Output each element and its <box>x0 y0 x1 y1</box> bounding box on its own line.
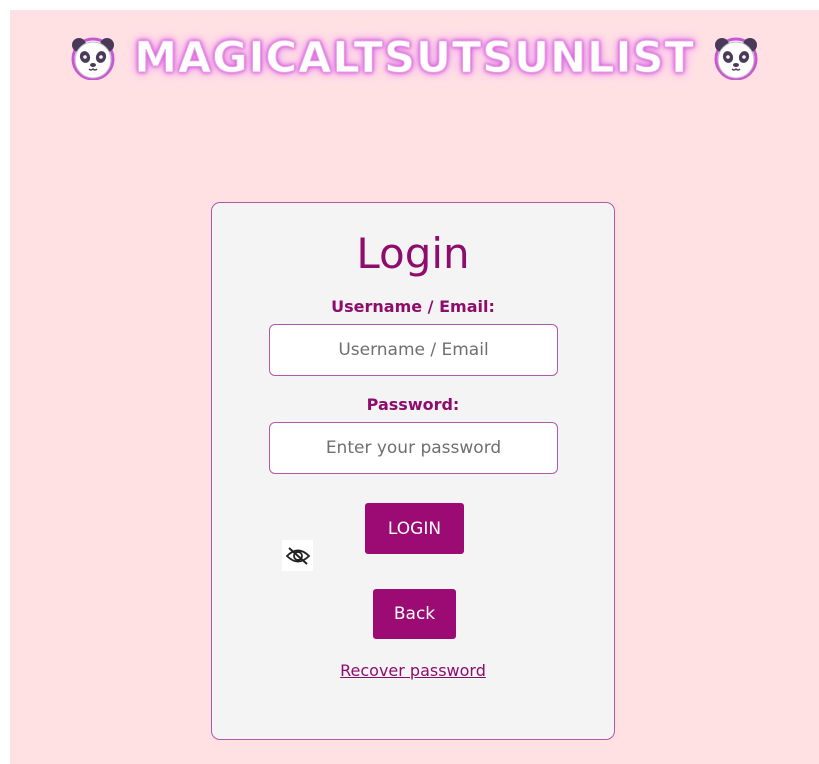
login-card: Login Username / Email: Password: LOGIN … <box>211 202 615 740</box>
recover-password-link[interactable]: Recover password <box>212 661 614 680</box>
panda-face-icon <box>713 36 759 81</box>
site-title: MAGICALTSUTSUNLIST <box>134 33 695 84</box>
username-input[interactable] <box>269 324 558 376</box>
eye-slash-icon[interactable] <box>282 540 313 571</box>
password-label: Password: <box>366 395 460 414</box>
panda-face-icon <box>70 36 116 81</box>
back-button[interactable]: Back <box>373 589 456 639</box>
login-button[interactable]: LOGIN <box>365 503 464 554</box>
password-input[interactable] <box>269 422 558 474</box>
page: MAGICALTSUTSUNLIST Login Username / Emai… <box>10 10 819 764</box>
site-header: MAGICALTSUTSUNLIST <box>10 28 819 88</box>
login-title: Login <box>356 229 470 278</box>
username-label: Username / Email: <box>331 297 495 316</box>
